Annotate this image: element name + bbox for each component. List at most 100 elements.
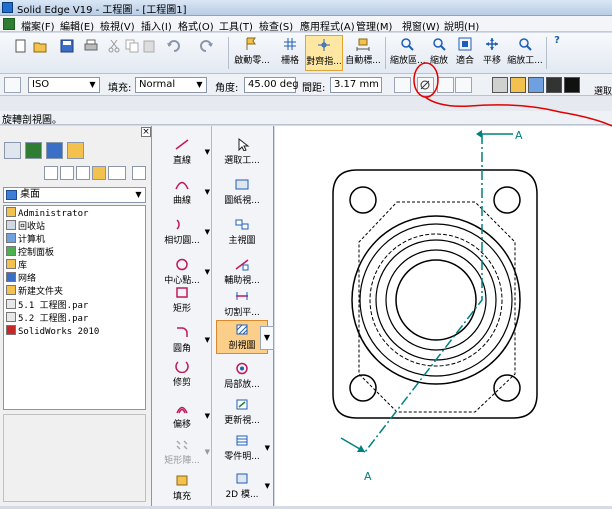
new-icon[interactable]: [14, 39, 28, 53]
fill-button[interactable]: 填充: [156, 472, 208, 506]
grid-button[interactable]: 柵格: [276, 35, 304, 71]
menu-tools[interactable]: 工具(T): [219, 18, 253, 33]
menu-help[interactable]: 說明(H): [444, 18, 479, 33]
section-options-icon[interactable]: [437, 77, 454, 93]
offset-button[interactable]: 偏移 ▼: [156, 400, 210, 434]
chevron-down-icon[interactable]: ▼: [205, 412, 210, 420]
tab-feature-icon[interactable]: [25, 142, 42, 159]
parts-list-button[interactable]: 零件明... ▼: [216, 432, 270, 466]
tangent-arc-button[interactable]: 相切圓... ▼: [156, 216, 210, 250]
drawing-canvas[interactable]: A A: [275, 126, 612, 506]
menu-manage[interactable]: 管理(M): [356, 18, 392, 33]
document-icon[interactable]: [3, 18, 15, 30]
search-icon[interactable]: [132, 166, 146, 180]
open-icon[interactable]: [33, 39, 47, 53]
new-folder-icon[interactable]: [92, 166, 106, 180]
zoom-tools-button[interactable]: 縮放工...: [507, 35, 543, 71]
zoom-button[interactable]: 縮放: [427, 35, 451, 71]
zoom-area-button[interactable]: 縮放區...: [390, 35, 426, 71]
menu-inspect[interactable]: 檢查(S): [259, 18, 293, 33]
shaded-cube-icon[interactable]: [510, 77, 526, 93]
chevron-down-icon[interactable]: ▼: [205, 336, 210, 344]
chevron-down-icon[interactable]: ▼: [205, 148, 210, 156]
cut-icon[interactable]: [107, 39, 121, 53]
user-folder-icon: [6, 207, 16, 217]
menu-format[interactable]: 格式(O): [178, 18, 214, 33]
blue-cube-icon[interactable]: [528, 77, 544, 93]
list-item[interactable]: 网络: [6, 272, 36, 284]
rectangle-button[interactable]: 矩形: [156, 284, 208, 318]
chevron-down-icon[interactable]: ▼: [265, 444, 270, 452]
chevron-down-icon[interactable]: ▼: [205, 448, 210, 456]
chevron-down-icon[interactable]: ▼: [205, 188, 210, 196]
style-combo[interactable]: ISO ▼: [28, 77, 100, 93]
forward-icon[interactable]: [60, 166, 74, 180]
hidden-cube-icon[interactable]: [546, 77, 562, 93]
list-item[interactable]: 库: [6, 259, 27, 271]
list-item[interactable]: Administrator: [6, 207, 88, 219]
tab-layers-icon[interactable]: [46, 142, 63, 159]
drawing-view-button[interactable]: 圖紙視...: [216, 176, 268, 210]
window-title: Solid Edge V19 - 工程圖 - [工程圖1]: [17, 5, 187, 16]
menu-applications[interactable]: 應用程式(A): [300, 18, 355, 33]
menu-edit[interactable]: 編輯(E): [60, 18, 94, 33]
menu-view[interactable]: 檢視(V): [100, 18, 135, 33]
detail-view-button[interactable]: 局部放...: [216, 360, 268, 394]
update-views-button[interactable]: 更新視...: [216, 396, 268, 430]
list-item[interactable]: 5.1 工程图.par: [6, 299, 88, 311]
select-tool-button[interactable]: 選取工...: [216, 136, 268, 170]
list-item[interactable]: 控制面板: [6, 246, 54, 258]
rect-pattern-button[interactable]: 矩形陣... ▼: [156, 436, 210, 470]
chevron-down-icon[interactable]: ▼: [205, 228, 210, 236]
list-item[interactable]: 计算机: [6, 233, 45, 245]
menu-insert[interactable]: 插入(I): [141, 18, 172, 33]
list-item[interactable]: 新建文件夹: [6, 285, 63, 297]
2d-model-button[interactable]: 2D 模... ▼: [216, 470, 270, 504]
rotate-view-icon[interactable]: [417, 77, 434, 93]
undo-icon[interactable]: [166, 39, 180, 53]
align-snap-button[interactable]: 對齊指...: [305, 35, 343, 71]
list-item[interactable]: 回收站: [6, 220, 45, 232]
list-item-label: 回收站: [18, 222, 46, 232]
view-menu-icon[interactable]: [108, 166, 126, 180]
activate-part-button[interactable]: 啟動零...: [232, 35, 272, 71]
view-options-icon[interactable]: [394, 77, 411, 93]
align-snap-icon: [318, 39, 330, 51]
tab-sheets-icon[interactable]: [67, 142, 84, 159]
section-view-dropdown[interactable]: ▼: [260, 326, 274, 350]
save-icon[interactable]: [60, 39, 74, 53]
trim-button[interactable]: 修剪: [156, 358, 208, 392]
location-combo[interactable]: 桌面 ▼: [3, 187, 146, 203]
fit-button[interactable]: 適合: [453, 35, 477, 71]
pan-button[interactable]: 平移: [480, 35, 504, 71]
print-icon[interactable]: [84, 39, 98, 53]
auxiliary-view-button[interactable]: 輔助視...: [216, 256, 268, 290]
redo-icon[interactable]: [200, 39, 214, 53]
principal-view-button[interactable]: 主視圖: [216, 216, 268, 250]
section-depth-icon[interactable]: [455, 77, 472, 93]
dark-cube-icon[interactable]: [564, 77, 580, 93]
menu-file[interactable]: 檔案(F): [21, 18, 55, 33]
chevron-down-icon[interactable]: ▼: [205, 268, 210, 276]
up-folder-icon[interactable]: [76, 166, 90, 180]
list-item[interactable]: SolidWorks 2010: [6, 325, 99, 337]
fillet-button[interactable]: 圓角 ▼: [156, 324, 210, 358]
angle-input[interactable]: 45.00 deg: [244, 77, 299, 93]
list-item[interactable]: 5.2 工程图.par: [6, 312, 88, 324]
fill-options-icon[interactable]: [4, 77, 21, 93]
spacing-input[interactable]: 3.17 mm: [330, 77, 382, 93]
chevron-down-icon[interactable]: ▼: [265, 482, 270, 490]
back-icon[interactable]: [44, 166, 58, 180]
wireframe-cube-icon[interactable]: [492, 77, 508, 93]
menu-window[interactable]: 視窗(W): [402, 18, 440, 33]
close-icon[interactable]: ×: [141, 127, 151, 137]
paste-icon[interactable]: [142, 39, 156, 53]
cutting-plane-button[interactable]: 切割平...: [216, 288, 268, 322]
auto-dimension-button[interactable]: 自動標...: [345, 35, 381, 71]
help-pointer-button[interactable]: ?: [550, 35, 564, 71]
fill-combo[interactable]: Normal ▼: [135, 77, 207, 93]
tab-library-icon[interactable]: [4, 142, 21, 159]
copy-icon[interactable]: [125, 39, 139, 53]
line-tool-button[interactable]: 直線 ▼: [156, 136, 210, 170]
curve-tool-button[interactable]: 曲線 ▼: [156, 176, 210, 210]
